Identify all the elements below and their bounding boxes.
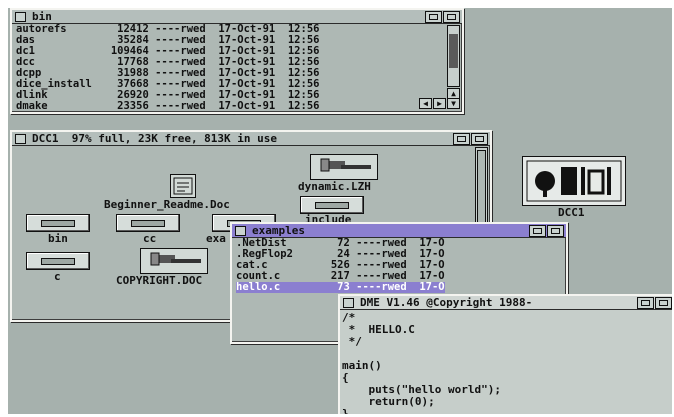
bin-file-name: dme [16,111,105,113]
close-icon[interactable] [15,12,26,22]
copyright-label: COPYRIGHT.DOC [116,274,203,287]
bin-file-row[interactable]: dme 68312 ----rwed 17-Oct-91 12:56 [16,111,320,113]
bin-scrollbar[interactable] [447,25,460,87]
examples-file-name: hello.c [236,281,319,293]
scroll-right-arrow-icon[interactable]: ▶ [433,98,446,109]
code-line: main() [342,359,382,372]
bin-drawer-icon[interactable] [26,214,90,232]
c-drawer-label: c [54,270,61,283]
zoom-icon[interactable] [529,225,546,237]
bin-file-size: 68312 [105,111,156,113]
depth-icon[interactable] [443,11,460,23]
examples-file-list[interactable]: .NetDist 72 ----rwed 17-O .RegFlop2 24 --… [236,238,445,293]
depth-icon[interactable] [547,225,564,237]
workbench-desktop: bin autorefs 12412 ----rwed 17-Oct-91 12… [8,8,672,414]
dcc1-disk-label: DCC1 [558,206,585,219]
dynamic-lzh-icon[interactable] [310,154,378,180]
dme-text-area[interactable]: /* * HELLO.C */main(){ puts("hello world… [340,310,672,414]
depth-icon[interactable] [471,133,488,145]
code-line: return(0); [342,395,435,408]
examples-file-row[interactable]: hello.c 73 ----rwed 17-O [236,282,445,293]
document-icon [173,177,193,195]
scroll-left-arrow-icon[interactable]: ◀ [419,98,432,109]
dme-source-code[interactable]: /* * HELLO.C */main(){ puts("hello world… [342,312,501,415]
dme-window[interactable]: DME V1.46 @Copyright 1988- /* * HELLO.C … [338,294,672,414]
zoom-icon[interactable] [453,133,470,145]
scroll-down-arrow-icon[interactable]: ▼ [447,98,460,109]
cc-drawer-label: cc [143,232,157,245]
dcc1-window-titlebar[interactable]: DCC1 97% full, 23K free, 813K in use [12,132,490,146]
readme-label: Beginner_Readme.Doc [104,198,230,211]
close-icon[interactable] [235,226,246,236]
code-line: } [342,407,349,415]
dynamic-lzh-label: dynamic.LZH [298,180,371,193]
code-line: * HELLO.C [342,323,415,336]
examples-window-titlebar[interactable]: examples [232,224,566,238]
bin-window-titlebar[interactable]: bin [12,10,462,24]
readme-doc-icon[interactable] [170,174,196,198]
include-drawer-icon[interactable] [300,196,364,214]
dcc1-disk-icon[interactable] [522,156,626,206]
close-icon[interactable] [15,134,26,144]
examples-drawer-label: exa [206,232,226,245]
c-drawer-icon[interactable] [26,252,90,270]
cc-drawer-icon[interactable] [116,214,180,232]
dme-window-titlebar[interactable]: DME V1.46 @Copyright 1988- [340,296,672,310]
hammer-icon [150,252,201,266]
hammer-icon [320,158,371,172]
dme-window-title: DME V1.46 @Copyright 1988- [360,296,533,309]
bin-drawer-label: bin [48,232,68,245]
copyright-doc-icon[interactable] [140,248,208,274]
depth-icon[interactable] [655,297,672,309]
dice-logo-icon [526,160,622,202]
zoom-icon[interactable] [425,11,442,23]
bin-window-title: bin [32,10,52,23]
zoom-icon[interactable] [637,297,654,309]
examples-file-date: 17-O [419,281,445,293]
bin-file-time: 12:56 [288,111,320,113]
close-icon[interactable] [343,298,354,308]
bin-file-prot: ----rwed [155,111,218,113]
code-line: */ [342,335,362,348]
bin-scroll-knob[interactable] [449,34,458,68]
bin-file-list[interactable]: autorefs 12412 ----rwed 17-Oct-91 12:56 d… [16,24,320,113]
examples-window-title: examples [252,224,305,237]
examples-file-prot: ----rwed [356,281,420,293]
bin-file-date: 17-Oct-91 [218,111,288,113]
dcc1-window-title: DCC1 97% full, 23K free, 813K in use [32,132,278,145]
examples-file-size: 73 [318,281,357,293]
bin-window[interactable]: bin autorefs 12412 ----rwed 17-Oct-91 12… [10,8,464,114]
